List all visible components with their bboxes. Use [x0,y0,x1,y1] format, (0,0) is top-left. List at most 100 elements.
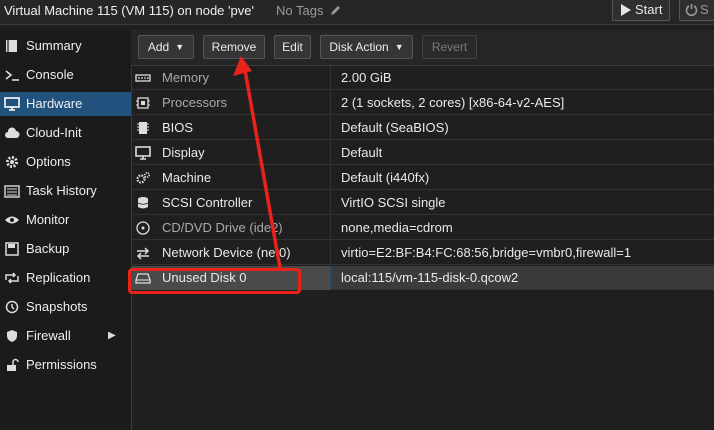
chevron-down-icon: ▼ [394,42,404,52]
column-divider [330,191,331,215]
tags-field[interactable]: No Tags [276,3,342,18]
exchange-icon [136,247,150,260]
column-divider [330,141,331,165]
table-row[interactable]: BIOS Default (SeaBIOS) [131,116,714,140]
power-icon [685,4,698,16]
eye-icon [5,216,19,224]
add-button[interactable]: Add ▼ [138,35,194,59]
sidebar-item-label: Snapshots [26,299,88,314]
cloud-icon [5,127,20,138]
sidebar-item-label: Permissions [26,357,97,372]
remove-button-label: Remove [211,40,257,54]
pencil-icon [331,6,341,15]
retweet-icon [5,272,19,284]
table-row[interactable]: Machine Default (i440fx) [131,166,714,190]
database-icon [137,197,149,209]
sidebar-item-label: Firewall [26,328,71,343]
row-key: Display [162,145,205,160]
column-divider [330,166,331,190]
sidebar-item-label: Task History [26,183,97,198]
sidebar-item-snapshots[interactable]: Snapshots [0,295,131,319]
row-key: Machine [162,170,212,185]
sidebar-item-label: Summary [26,38,82,53]
column-divider [330,216,331,240]
shutdown-button[interactable]: S [679,0,714,21]
cpu-icon [136,97,150,109]
table-row[interactable]: SCSI Controller VirtIO SCSI single [131,191,714,215]
terminal-icon [5,70,19,81]
sidebar-item-backup[interactable]: Backup [0,237,131,261]
sidebar-item-label: Backup [26,241,70,256]
row-value: 2.00 GiB [341,70,392,85]
hardware-toolbar: Add ▼ Remove Edit Disk Action ▼ Revert [131,30,714,66]
row-value: VirtIO SCSI single [341,195,446,210]
row-value: Default (SeaBIOS) [341,120,449,135]
revert-button[interactable]: Revert [422,35,477,59]
memory-icon [135,74,151,82]
column-divider [330,66,331,90]
column-divider [330,91,331,115]
remove-button[interactable]: Remove [203,35,265,59]
table-row[interactable]: Network Device (net0) virtio=E2:BF:B4:FC… [131,241,714,265]
start-button-label: Start [635,2,663,17]
row-key: CD/DVD Drive (ide2) [162,220,283,235]
microchip-icon [137,122,149,134]
start-button[interactable]: Start [612,0,670,21]
add-button-label: Add [147,40,170,54]
disk-action-button[interactable]: Disk Action ▼ [320,35,413,59]
sidebar-item-label: Cloud-Init [26,125,82,140]
play-icon [621,4,631,16]
cogs-icon [136,171,151,184]
column-divider [330,116,331,140]
shield-icon [7,330,17,342]
display-icon [135,146,151,160]
unlock-icon [7,358,19,371]
row-value: Default (i440fx) [341,170,430,185]
edit-button-label: Edit [282,40,303,54]
row-value: 2 (1 sockets, 2 cores) [x86-64-v2-AES] [341,95,565,110]
sidebar-item-label: Options [26,154,71,169]
sidebar-item-monitor[interactable]: Monitor [0,208,131,232]
desktop-icon [4,97,20,111]
revert-button-label: Revert [431,40,468,54]
sidebar-item-summary[interactable]: Summary [0,34,131,58]
sidebar-item-replication[interactable]: Replication [0,266,131,290]
book-icon [6,40,17,52]
row-key: Memory [162,70,209,85]
sidebar-item-cloud-init[interactable]: Cloud-Init [0,121,131,145]
gear-icon [6,156,18,168]
sidebar-item-firewall[interactable]: Firewall ▶ [0,324,131,348]
table-row[interactable]: CD/DVD Drive (ide2) none,media=cdrom [131,216,714,240]
disk-action-button-label: Disk Action [329,40,389,54]
list-icon [4,185,20,198]
top-bar: Virtual Machine 115 (VM 115) on node 'pv… [0,0,714,25]
edit-button[interactable]: Edit [274,35,311,59]
expand-arrow-icon[interactable]: ▶ [108,324,116,348]
row-key: Processors [162,95,228,110]
tags-label: No Tags [276,3,324,18]
row-value: Default [341,145,383,160]
sidebar-item-label: Monitor [26,212,70,227]
row-value: virtio=E2:BF:B4:FC:68:56,bridge=vmbr0,fi… [341,245,632,260]
sidebar-item-label: Replication [26,270,91,285]
row-key: Network Device (net0) [162,245,291,260]
cdrom-icon [136,221,150,235]
table-row[interactable]: Processors 2 (1 sockets, 2 cores) [x86-6… [131,91,714,115]
row-key: SCSI Controller [162,195,253,210]
shutdown-button-label: S [700,2,709,17]
sidebar-item-label: Console [26,67,74,82]
table-row[interactable]: Display Default [131,141,714,165]
sidebar: Summary Console Hardware Cloud-Init Opti… [0,30,132,430]
table-row[interactable]: Memory 2.00 GiB [131,66,714,90]
history-icon [5,300,19,314]
row-value: none,media=cdrom [341,220,453,235]
sidebar-item-label: Hardware [26,96,83,111]
chevron-down-icon: ▼ [175,42,185,52]
sidebar-item-options[interactable]: Options [0,150,131,174]
row-key: BIOS [162,120,194,135]
sidebar-item-task-history[interactable]: Task History [0,179,131,203]
column-divider [330,266,331,290]
sidebar-item-permissions[interactable]: Permissions [0,353,131,377]
sidebar-item-hardware[interactable]: Hardware [0,92,131,116]
sidebar-item-console[interactable]: Console [0,63,131,87]
